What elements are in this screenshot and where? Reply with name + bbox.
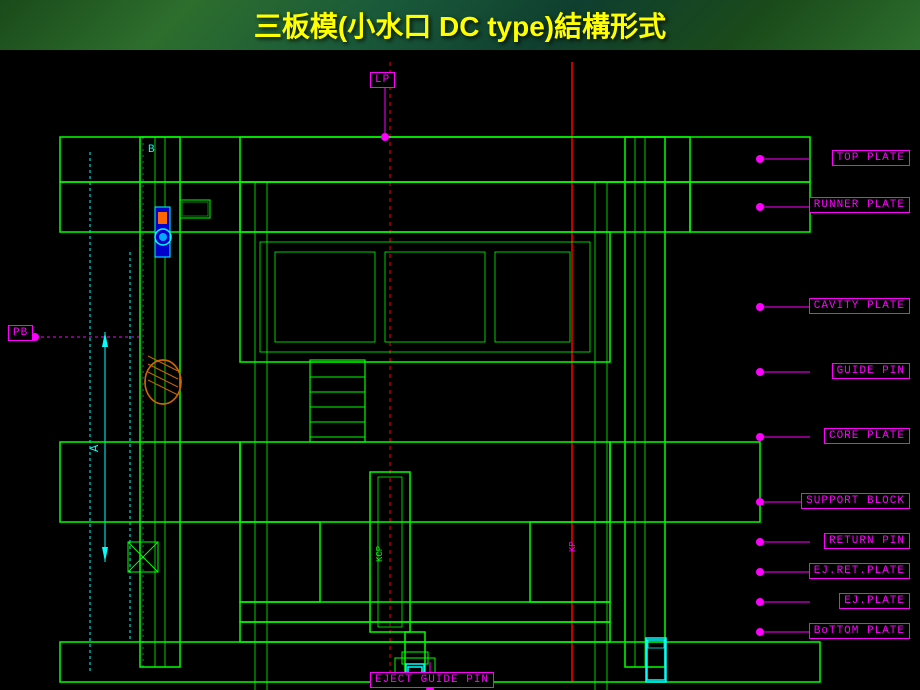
kcp-label: KCP [375, 546, 385, 562]
ej-ret-plate-label: EJ.RET.PLATE [809, 563, 910, 579]
kp-label: KP [568, 541, 578, 552]
bottom-plate-label: BoTTOM PLATE [809, 623, 910, 639]
top-plate-label: TOP PLATE [832, 150, 910, 166]
support-block-label: SUPPORT BLOCK [801, 493, 910, 509]
runner-plate-label: RUNNER PLATE [809, 197, 910, 213]
technical-drawing: A [0, 52, 920, 690]
eject-guide-pin-label: EJECT GUIDE PIN [370, 672, 494, 688]
ej-plate-label: EJ.PLATE [839, 593, 910, 609]
diagram-area: A [0, 52, 920, 690]
pb-label: PB [8, 325, 33, 341]
page-header: 三板模(小水口 DC type)結構形式 [0, 0, 920, 52]
lp-label: LP [370, 72, 395, 88]
b-label: B [148, 144, 155, 156]
return-pin-label: RETURN PIN [824, 533, 910, 549]
cavity-plate-label: CAVITY PLATE [809, 298, 910, 314]
page-title: 三板模(小水口 DC type)結構形式 [254, 5, 666, 45]
core-plate-label: CORE PLATE [824, 428, 910, 444]
guide-pin-label: GUIDE PIN [832, 363, 910, 379]
svg-text:A: A [88, 444, 102, 452]
